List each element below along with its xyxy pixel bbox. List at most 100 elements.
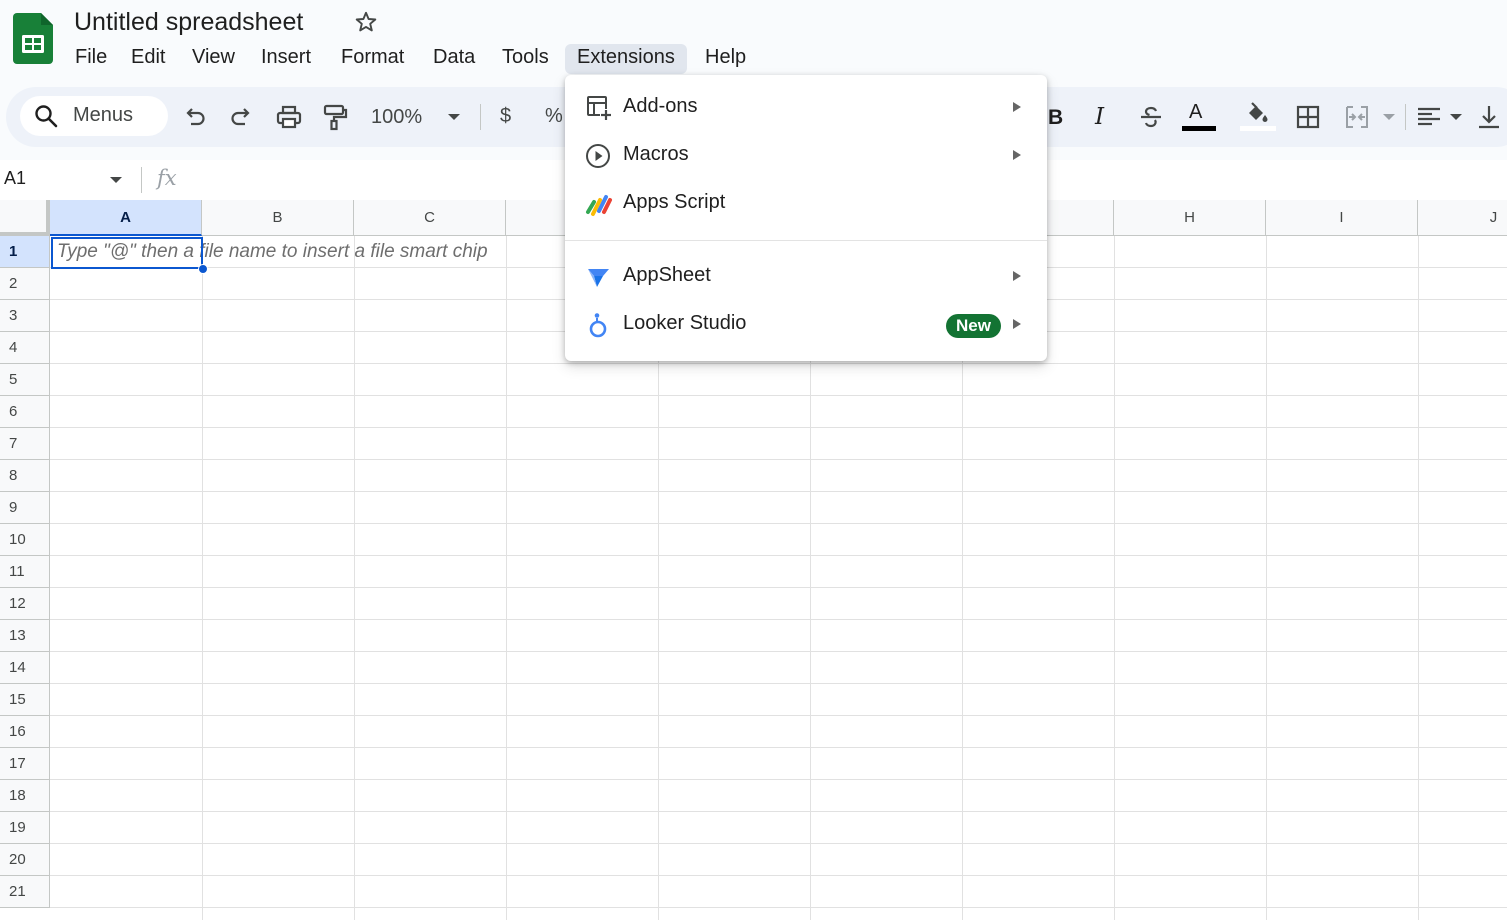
borders-icon[interactable] (1294, 103, 1322, 131)
name-box[interactable]: A1 (4, 168, 26, 189)
row-header-13[interactable]: 13 (0, 620, 50, 652)
row-gridline (50, 843, 1507, 844)
row-header-21[interactable]: 21 (0, 876, 50, 908)
row-header-12[interactable]: 12 (0, 588, 50, 620)
row-header-11[interactable]: 11 (0, 556, 50, 588)
menu-edit[interactable]: Edit (119, 44, 177, 74)
fill-color-swatch (1240, 126, 1276, 131)
undo-icon[interactable] (181, 103, 209, 131)
row-header-20[interactable]: 20 (0, 844, 50, 876)
align-left-icon[interactable] (1415, 103, 1443, 131)
row-header-19[interactable]: 19 (0, 812, 50, 844)
row-header-14[interactable]: 14 (0, 652, 50, 684)
menu-insert[interactable]: Insert (249, 44, 323, 74)
toolbar-divider (1405, 104, 1406, 130)
star-icon[interactable] (354, 10, 378, 34)
print-icon[interactable] (275, 103, 303, 131)
row-header-15[interactable]: 15 (0, 684, 50, 716)
row-header-2[interactable]: 2 (0, 268, 50, 300)
google-sheets-logo[interactable] (13, 13, 53, 64)
percent-format-button[interactable]: % (545, 105, 563, 128)
row-header-18[interactable]: 18 (0, 780, 50, 812)
merge-dropdown-icon[interactable] (1375, 103, 1403, 131)
menu-tools[interactable]: Tools (490, 44, 561, 74)
menu-item-label: Apps Script (623, 191, 726, 213)
vertical-align-bottom-icon[interactable] (1475, 103, 1503, 131)
zoom-dropdown-icon[interactable] (440, 103, 468, 131)
row-gridline (50, 619, 1507, 620)
menu-item-label: Looker Studio (623, 312, 747, 334)
row-header-7[interactable]: 7 (0, 428, 50, 460)
select-all-corner[interactable] (0, 200, 50, 236)
macros-play-icon (586, 144, 610, 168)
row-header-1[interactable]: 1 (0, 236, 50, 268)
submenu-arrow-icon (1013, 150, 1021, 160)
align-dropdown-icon[interactable] (1442, 103, 1470, 131)
active-cell-a1[interactable] (51, 237, 203, 269)
row-gridline (50, 811, 1507, 812)
row-gridline (50, 555, 1507, 556)
apps-script-icon (586, 195, 612, 216)
row-gridline (50, 587, 1507, 588)
formula-divider (141, 167, 142, 193)
paint-format-icon[interactable] (321, 103, 349, 131)
text-color-button[interactable]: A (1189, 101, 1202, 124)
italic-button[interactable]: I (1095, 104, 1104, 130)
looker-studio-icon (589, 313, 607, 338)
column-header-i[interactable]: I (1266, 200, 1418, 236)
row-header-16[interactable]: 16 (0, 716, 50, 748)
row-gridline (50, 683, 1507, 684)
column-header-b[interactable]: B (202, 200, 354, 236)
new-badge: New (946, 314, 1001, 338)
row-header-4[interactable]: 4 (0, 332, 50, 364)
row-header-10[interactable]: 10 (0, 524, 50, 556)
search-menus-label: Menus (73, 104, 134, 126)
menu-item-appsheet[interactable]: AppSheet (565, 253, 1047, 301)
currency-format-button[interactable]: $ (500, 105, 511, 128)
merge-cells-icon[interactable] (1343, 103, 1371, 131)
menu-item-label: Add-ons (623, 95, 698, 117)
menu-item-apps-script[interactable]: Apps Script (565, 180, 1047, 228)
menu-extensions[interactable]: Extensions (565, 44, 687, 74)
document-title[interactable]: Untitled spreadsheet (74, 8, 303, 37)
menu-data[interactable]: Data (421, 44, 487, 74)
row-gridline (50, 907, 1507, 908)
menu-view[interactable]: View (180, 44, 247, 74)
menu-item-label: Macros (623, 143, 689, 165)
row-header-17[interactable]: 17 (0, 748, 50, 780)
add-ons-icon (587, 96, 612, 121)
menu-item-add-ons[interactable]: Add-ons (565, 84, 1047, 132)
submenu-arrow-icon (1013, 271, 1021, 281)
row-gridline (50, 747, 1507, 748)
menu-file[interactable]: File (63, 44, 119, 74)
menu-format[interactable]: Format (329, 44, 416, 74)
menu-item-label: AppSheet (623, 264, 711, 286)
fill-handle[interactable] (198, 264, 208, 274)
submenu-arrow-icon (1013, 102, 1021, 112)
bold-button[interactable]: B (1048, 106, 1063, 130)
column-header-h[interactable]: H (1114, 200, 1266, 236)
row-gridline (50, 523, 1507, 524)
row-gridline (50, 395, 1507, 396)
fill-color-icon[interactable] (1243, 100, 1271, 128)
row-gridline (50, 427, 1507, 428)
row-header-8[interactable]: 8 (0, 460, 50, 492)
row-header-3[interactable]: 3 (0, 300, 50, 332)
redo-icon[interactable] (227, 103, 255, 131)
column-header-c[interactable]: C (354, 200, 506, 236)
column-header-j[interactable]: J (1418, 200, 1507, 236)
menu-item-macros[interactable]: Macros (565, 132, 1047, 180)
name-box-dropdown-icon[interactable] (107, 174, 125, 186)
row-gridline (50, 651, 1507, 652)
menu-item-looker-studio[interactable]: Looker Studio New (565, 301, 1047, 349)
appsheet-icon (588, 269, 609, 287)
row-header-6[interactable]: 6 (0, 396, 50, 428)
row-header-5[interactable]: 5 (0, 364, 50, 396)
text-color-swatch (1182, 126, 1216, 131)
strikethrough-icon[interactable] (1137, 103, 1165, 131)
zoom-level[interactable]: 100% (371, 106, 422, 129)
column-gridline (354, 236, 355, 920)
column-header-a[interactable]: A (50, 200, 202, 236)
row-header-9[interactable]: 9 (0, 492, 50, 524)
menu-help[interactable]: Help (693, 44, 758, 74)
